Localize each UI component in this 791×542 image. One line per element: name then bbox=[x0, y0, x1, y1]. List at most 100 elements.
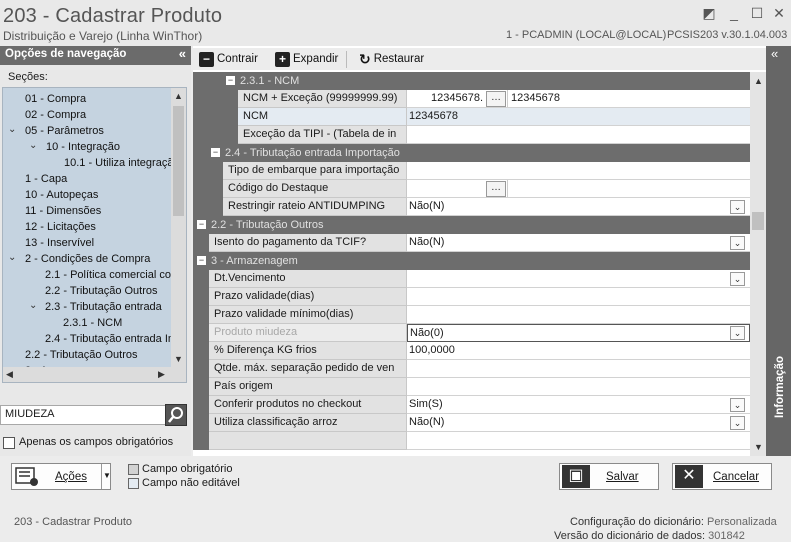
tree-item[interactable]: 10 - Autopeças bbox=[25, 187, 98, 203]
property-row[interactable]: Conferir produtos no checkout Sim(S) ⌄ bbox=[193, 396, 750, 414]
collapse-icon[interactable]: − bbox=[226, 76, 235, 85]
property-value-field[interactable] bbox=[407, 360, 750, 378]
collapse-button[interactable]: − Contrair bbox=[199, 50, 258, 68]
collapse-icon[interactable]: − bbox=[211, 148, 220, 157]
property-value-select[interactable]: Não(0) ⌄ bbox=[407, 324, 750, 342]
tree-horizontal-scrollbar[interactable]: ◀ ▶ bbox=[3, 367, 186, 382]
minimize-button[interactable]: _ bbox=[725, 4, 743, 22]
category-row[interactable]: − 2.4 - Tributação entrada Importação bbox=[193, 144, 750, 162]
property-value-select[interactable]: Não(N) ⌄ bbox=[407, 198, 750, 216]
scroll-left-icon[interactable]: ◀ bbox=[6, 369, 13, 380]
property-value-field[interactable]: 12345678. … 12345678 bbox=[407, 90, 750, 108]
property-row[interactable]: Prazo validade mínimo(dias) bbox=[193, 306, 750, 324]
chevron-down-icon[interactable]: ⌄ bbox=[29, 300, 37, 311]
search-button[interactable] bbox=[165, 404, 187, 426]
property-row[interactable]: Código do Destaque … bbox=[193, 180, 750, 198]
cancel-button[interactable]: ✕ Cancelar bbox=[672, 463, 772, 490]
property-row[interactable]: Produto miudeza Não(0) ⌄ bbox=[193, 324, 750, 342]
tree-item[interactable]: 2.4 - Tributação entrada Im bbox=[45, 331, 177, 347]
property-value-field[interactable]: 100,0000 bbox=[407, 342, 750, 360]
property-value-select[interactable]: ⌄ bbox=[407, 270, 750, 288]
tree-item[interactable]: 10.1 - Utiliza integração bbox=[64, 155, 180, 171]
chevron-down-icon[interactable]: ⌄ bbox=[730, 398, 745, 412]
property-value-field[interactable] bbox=[407, 306, 750, 324]
tree-item[interactable]: 10 - Integração bbox=[46, 139, 120, 155]
category-row[interactable]: − 2.2 - Tributação Outros bbox=[193, 216, 750, 234]
property-row[interactable]: Restringir rateio ANTIDUMPING Não(N) ⌄ bbox=[193, 198, 750, 216]
collapse-icon[interactable]: − bbox=[197, 256, 206, 265]
chevron-down-icon[interactable]: ⌄ bbox=[29, 140, 37, 151]
tree-item[interactable]: 12 - Licitações bbox=[25, 219, 96, 235]
tree-item[interactable]: 01 - Compra bbox=[25, 91, 86, 107]
property-row[interactable] bbox=[193, 432, 750, 450]
property-row[interactable]: Tipo de embarque para importação bbox=[193, 162, 750, 180]
property-row[interactable]: NCM + Exceção (99999999.99) 12345678. … … bbox=[193, 90, 750, 108]
maximize-button[interactable]: ☐ bbox=[748, 4, 766, 22]
tree-item[interactable]: 05 - Parâmetros bbox=[25, 123, 104, 139]
lookup-button[interactable]: … bbox=[486, 181, 506, 197]
tree-item[interactable]: 02 - Compra bbox=[25, 107, 86, 123]
property-value-field[interactable] bbox=[407, 288, 750, 306]
tree-item[interactable]: 2.2 - Tributação Outros bbox=[45, 283, 158, 299]
restore-down-icon[interactable]: ◩ bbox=[700, 4, 718, 22]
tree-item[interactable]: 2.1 - Política comercial com bbox=[45, 267, 180, 283]
save-button[interactable]: ▣ Salvar bbox=[559, 463, 659, 490]
property-value-select[interactable]: Sim(S) ⌄ bbox=[407, 396, 750, 414]
property-value-field[interactable] bbox=[407, 378, 750, 396]
chevron-down-icon[interactable]: ⌄ bbox=[8, 252, 16, 263]
collapse-icon[interactable]: − bbox=[197, 220, 206, 229]
property-row[interactable]: Exceção da TIPI - (Tabela de in bbox=[193, 126, 750, 144]
chevron-down-icon[interactable]: ▼ bbox=[103, 471, 111, 480]
scroll-up-icon[interactable]: ▲ bbox=[174, 91, 183, 101]
expand-button[interactable]: + Expandir bbox=[275, 50, 338, 68]
search-input[interactable]: MIUDEZA bbox=[0, 405, 167, 425]
property-row[interactable]: Dt.Vencimento ⌄ bbox=[193, 270, 750, 288]
property-value-field[interactable]: … bbox=[407, 180, 750, 198]
scroll-down-icon[interactable]: ▼ bbox=[754, 442, 763, 452]
property-row[interactable]: Isento do pagamento da TCIF? Não(N) ⌄ bbox=[193, 234, 750, 252]
property-row[interactable]: NCM 12345678 bbox=[193, 108, 750, 126]
restore-button[interactable]: ↻ Restaurar bbox=[359, 50, 424, 68]
property-value-field[interactable] bbox=[407, 432, 750, 450]
lookup-button[interactable]: … bbox=[486, 91, 506, 107]
scroll-up-icon[interactable]: ▲ bbox=[754, 76, 763, 86]
property-row[interactable]: Utiliza classificação arroz Não(N) ⌄ bbox=[193, 414, 750, 432]
info-panel[interactable]: « Informação bbox=[766, 46, 791, 456]
property-row[interactable]: Prazo validade(dias) bbox=[193, 288, 750, 306]
property-value-field[interactable]: 12345678 bbox=[407, 108, 750, 126]
actions-button[interactable]: Ações ▼ bbox=[11, 463, 111, 490]
tree-item[interactable]: 2 - Condições de Compra bbox=[25, 251, 150, 267]
property-value-select[interactable]: Não(N) ⌄ bbox=[407, 414, 750, 432]
chevron-down-icon[interactable]: ⌄ bbox=[730, 200, 745, 214]
chevron-down-icon[interactable]: ⌄ bbox=[730, 236, 745, 250]
property-row[interactable]: % Diferença KG frios 100,0000 bbox=[193, 342, 750, 360]
grid-vertical-scrollbar[interactable]: ▲ ▼ bbox=[750, 72, 766, 456]
sections-tree[interactable]: 01 - Compra 02 - Compra ⌄ 05 - Parâmetro… bbox=[2, 87, 187, 383]
scroll-right-icon[interactable]: ▶ bbox=[158, 369, 165, 380]
property-value-select[interactable]: Não(N) ⌄ bbox=[407, 234, 750, 252]
category-row[interactable]: − 3 - Armazenagem bbox=[193, 252, 750, 270]
tree-item[interactable]: 1 - Capa bbox=[25, 171, 67, 187]
category-row[interactable]: − 2.3.1 - NCM bbox=[193, 72, 750, 90]
chevron-down-icon[interactable]: ⌄ bbox=[730, 272, 745, 286]
scroll-down-icon[interactable]: ▼ bbox=[174, 354, 183, 364]
tree-item[interactable]: 11 - Dimensões bbox=[25, 203, 101, 219]
tree-vertical-scrollbar[interactable]: ▲ ▼ bbox=[171, 88, 186, 368]
tree-item[interactable]: 2.3 - Tributação entrada bbox=[45, 299, 162, 315]
property-row[interactable]: País origem bbox=[193, 378, 750, 396]
property-value-field[interactable] bbox=[407, 126, 750, 144]
scroll-thumb[interactable] bbox=[752, 212, 764, 230]
tree-item[interactable]: 13 - Inservível bbox=[25, 235, 94, 251]
property-row[interactable]: Qtde. máx. separação pedido de ven bbox=[193, 360, 750, 378]
property-value-field[interactable] bbox=[407, 162, 750, 180]
collapse-nav-icon[interactable]: « bbox=[179, 46, 186, 61]
scroll-thumb[interactable] bbox=[173, 106, 184, 216]
required-only-checkbox[interactable] bbox=[3, 437, 15, 449]
chevron-down-icon[interactable]: ⌄ bbox=[730, 326, 745, 340]
chevron-down-icon[interactable]: ⌄ bbox=[8, 124, 16, 135]
collapse-info-icon[interactable]: « bbox=[771, 46, 778, 61]
tree-item[interactable]: 2.3.1 - NCM bbox=[63, 315, 122, 331]
tree-item[interactable]: 2.2 - Tributação Outros bbox=[25, 347, 138, 363]
close-button[interactable]: ✕ bbox=[770, 4, 788, 22]
chevron-down-icon[interactable]: ⌄ bbox=[730, 416, 745, 430]
